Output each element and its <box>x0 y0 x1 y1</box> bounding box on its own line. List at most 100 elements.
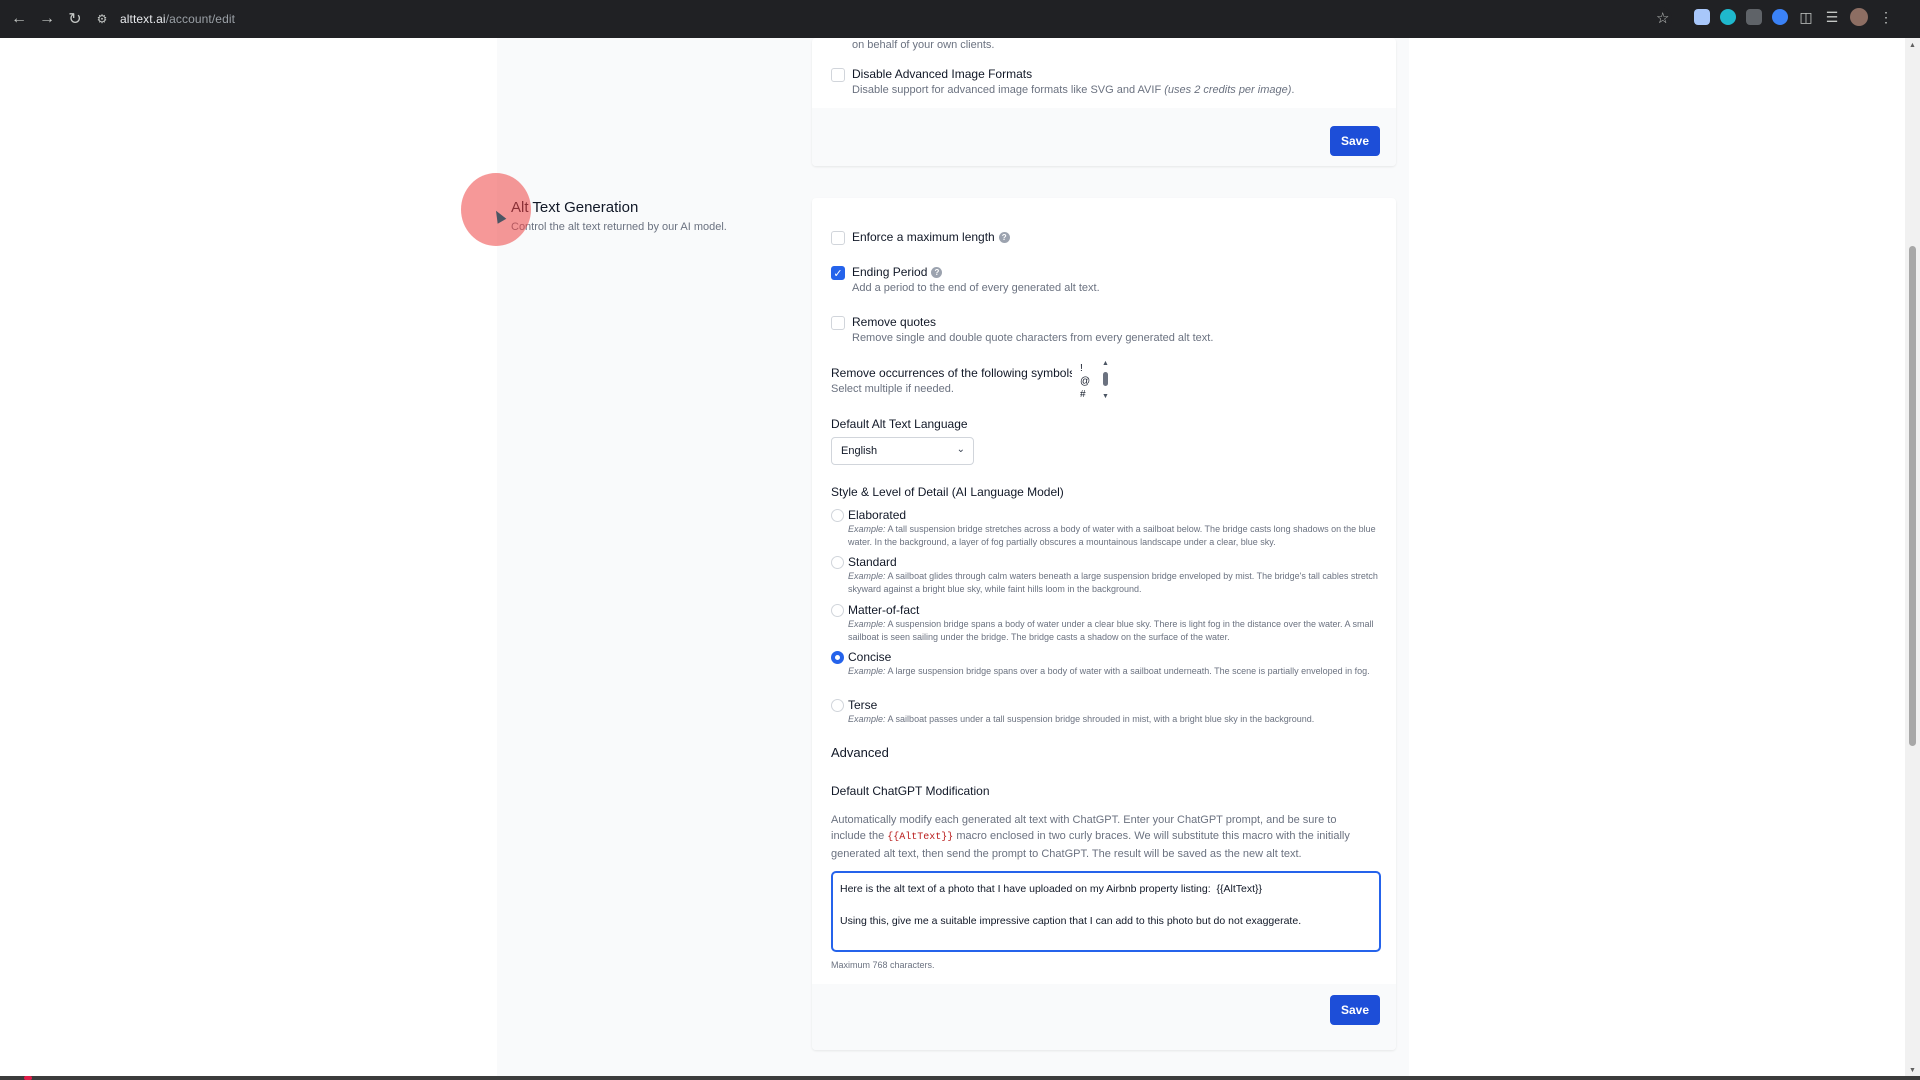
scroll-down-icon[interactable]: ▼ <box>1909 1067 1916 1074</box>
language-selected-value: English <box>841 445 878 457</box>
style-example: Example: A large suspension bridge spans… <box>848 665 1378 678</box>
page-content: on behalf of your own clients. Disable A… <box>0 38 1905 1076</box>
extension-icon[interactable] <box>1772 9 1788 25</box>
chatgpt-desc-text: include the <box>831 830 885 842</box>
ending-period-label-text: Ending Period <box>852 265 928 279</box>
chatgpt-desc-line: include the {{AltText}} macro enclosed i… <box>831 828 1350 846</box>
extension-icon[interactable] <box>1746 9 1762 25</box>
previous-section-card <box>812 38 1396 166</box>
disable-formats-note: (uses 2 credits per image) <box>1164 84 1292 96</box>
language-label: Default Alt Text Language <box>831 417 968 431</box>
remove-quotes-checkbox[interactable] <box>831 316 845 330</box>
style-example: Example: A tall suspension bridge stretc… <box>848 523 1378 549</box>
symbols-label: Remove occurrences of the following symb… <box>831 366 1079 380</box>
card-footer <box>812 108 1396 166</box>
style-name: Concise <box>848 650 892 664</box>
style-name: Elaborated <box>848 508 907 522</box>
example-prefix: Example: <box>848 619 886 629</box>
alttext-macro: {{AltText}} <box>887 832 954 843</box>
ending-period-label: Ending Period? <box>852 265 943 279</box>
example-text: A large suspension bridge spans over a b… <box>887 666 1370 676</box>
symbols-description: Select multiple if needed. <box>831 383 954 395</box>
chatgpt-desc-line: Automatically modify each generated alt … <box>831 814 1337 826</box>
bookmark-star-icon[interactable]: ☆ <box>1656 9 1669 27</box>
site-info-icon[interactable]: ⚙ <box>92 9 112 29</box>
style-example: Example: A suspension bridge spans a bod… <box>848 618 1378 644</box>
page-scrollbar[interactable]: ▲ ▼ <box>1905 38 1920 1076</box>
max-chars-hint: Maximum 768 characters. <box>831 960 935 970</box>
chatgpt-description: Automatically modify each generated alt … <box>831 812 1350 862</box>
menu-kebab-icon[interactable]: ⋮ <box>1878 9 1894 26</box>
ending-period-description: Add a period to the end of every generat… <box>852 282 1100 294</box>
card-footer <box>812 984 1396 1050</box>
disable-formats-desc-text: Disable support for advanced image forma… <box>852 84 1162 96</box>
style-name: Terse <box>848 698 878 712</box>
disable-formats-label: Disable Advanced Image Formats <box>852 67 1033 81</box>
max-length-label-text: Enforce a maximum length <box>852 230 995 244</box>
scroll-up-icon[interactable]: ▲ <box>1909 42 1916 49</box>
advanced-heading: Advanced <box>831 745 889 760</box>
scrollbar-thumb[interactable] <box>1909 246 1916 746</box>
chatgpt-label: Default ChatGPT Modification <box>831 784 990 798</box>
example-text: A sailboat glides through calm waters be… <box>848 571 1378 594</box>
example-text: A tall suspension bridge stretches acros… <box>848 524 1376 547</box>
extensions-area: ◫ ☰ ⋮ <box>1694 8 1894 26</box>
section-subtitle: Control the alt text returned by our AI … <box>511 221 727 233</box>
style-name: Standard <box>848 555 897 569</box>
back-icon[interactable]: ← <box>8 8 30 30</box>
example-text: A suspension bridge spans a body of wate… <box>848 619 1374 642</box>
example-prefix: Example: <box>848 666 886 676</box>
style-name: Matter-of-fact <box>848 603 920 617</box>
ending-period-checkbox[interactable]: ✓ <box>831 266 845 280</box>
address-bar[interactable]: ⚙ alttext.ai/account/edit <box>92 6 1672 32</box>
example-prefix: Example: <box>848 714 886 724</box>
url-path: /account/edit <box>165 12 236 26</box>
help-icon[interactable]: ? <box>998 232 1010 243</box>
url-text: alttext.ai/account/edit <box>120 12 235 26</box>
save-button-alt-text[interactable]: Save <box>1330 995 1380 1025</box>
style-radio-standard[interactable] <box>831 556 844 569</box>
scroll-up-icon[interactable]: ▲ <box>1102 360 1109 367</box>
reload-icon[interactable]: ↻ <box>64 8 86 30</box>
style-radio-matter-of-fact[interactable] <box>831 604 844 617</box>
chevron-down-icon: ⌄ <box>956 444 965 455</box>
max-length-checkbox[interactable] <box>831 231 845 245</box>
symbol-option[interactable]: ! <box>1080 363 1083 374</box>
remove-quotes-description: Remove single and double quote character… <box>852 332 1214 344</box>
style-radio-concise[interactable] <box>831 651 844 664</box>
scroll-down-icon[interactable]: ▼ <box>1102 393 1109 400</box>
style-example: Example: A sailboat glides through calm … <box>848 570 1378 596</box>
browser-toolbar: ← → ↻ ⚙ alttext.ai/account/edit ☆ ◫ ☰ ⋮ <box>0 0 1920 38</box>
save-button-top[interactable]: Save <box>1330 126 1380 156</box>
symbol-option[interactable]: @ <box>1080 376 1090 387</box>
media-icon[interactable]: ☰ <box>1824 9 1840 26</box>
remove-quotes-label: Remove quotes <box>852 315 937 329</box>
style-radio-terse[interactable] <box>831 699 844 712</box>
url-host: alttext.ai <box>120 12 166 26</box>
chatgpt-desc-text: macro enclosed in two curly braces. We w… <box>956 830 1350 842</box>
example-text: A sailboat passes under a tall suspensio… <box>887 714 1315 724</box>
extension-icon[interactable] <box>1694 9 1710 25</box>
style-radio-elaborated[interactable] <box>831 509 844 522</box>
profile-avatar[interactable] <box>1850 8 1868 26</box>
extension-icon[interactable] <box>1720 9 1736 25</box>
puzzle-icon[interactable]: ◫ <box>1798 9 1814 26</box>
example-prefix: Example: <box>848 571 886 581</box>
symbols-multiselect[interactable]: ! @ # ▲ ▼ <box>1072 360 1112 405</box>
example-prefix: Example: <box>848 524 886 534</box>
disable-formats-period: . <box>1291 84 1295 96</box>
language-select[interactable]: English ⌄ <box>831 437 974 465</box>
clients-description: on behalf of your own clients. <box>852 39 995 51</box>
disable-formats-description: Disable support for advanced image forma… <box>852 84 1294 96</box>
chatgpt-desc-line: generated alt text, then send the prompt… <box>831 848 1302 860</box>
disable-formats-checkbox[interactable] <box>831 68 845 82</box>
taskbar-indicator <box>24 1076 32 1080</box>
chatgpt-prompt-textarea[interactable]: Here is the alt text of a photo that I h… <box>831 871 1381 952</box>
scrollbar-thumb[interactable] <box>1103 372 1108 386</box>
style-example: Example: A sailboat passes under a tall … <box>848 713 1378 726</box>
forward-icon[interactable]: → <box>36 8 58 30</box>
max-length-label: Enforce a maximum length? <box>852 230 1010 244</box>
help-icon[interactable]: ? <box>931 267 943 278</box>
style-label: Style & Level of Detail (AI Language Mod… <box>831 485 1064 499</box>
symbol-option[interactable]: # <box>1080 389 1086 398</box>
